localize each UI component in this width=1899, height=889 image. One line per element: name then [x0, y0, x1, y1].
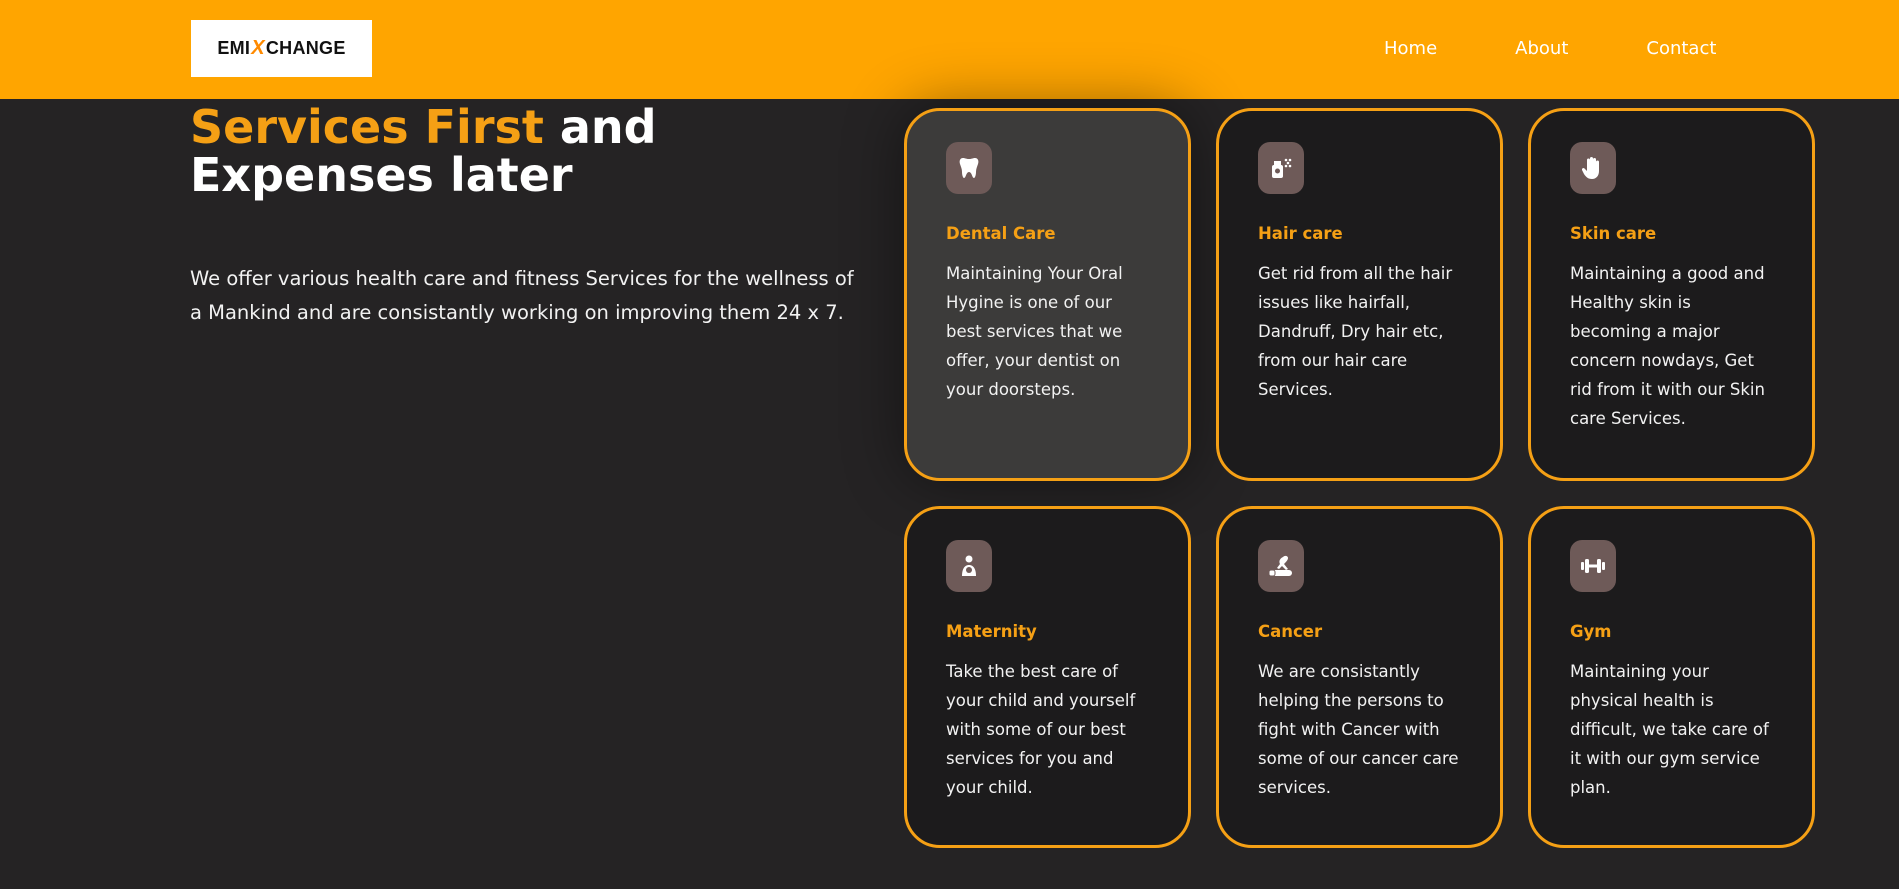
service-description: Take the best care of your child and you… [946, 662, 1136, 797]
service-title: Gym [1570, 622, 1612, 641]
hand-sparkle-icon [1570, 142, 1616, 194]
tooth-icon [946, 142, 992, 194]
service-description: Maintaining your physical health is diff… [1570, 662, 1769, 797]
service-description: Get rid from all the hair issues like ha… [1258, 264, 1453, 399]
nav-link-contact[interactable]: Contact [1646, 38, 1716, 59]
service-description: We are consistantly helping the persons … [1258, 662, 1459, 797]
services-grid: Dental Care Maintaining Your Oral Hygine… [904, 108, 1815, 848]
service-description: Maintaining a good and Healthy skin is b… [1570, 264, 1765, 428]
service-card-gym[interactable]: Gym Maintaining your physical health is … [1528, 506, 1815, 848]
nav-link-home[interactable]: Home [1384, 38, 1437, 59]
service-title: Dental Care [946, 224, 1056, 243]
service-title: Skin care [1570, 224, 1657, 243]
hero-title-rest: and [543, 100, 657, 154]
top-navbar: EMI X CHANGE Home About Contact [0, 0, 1899, 99]
logo-x-mark: X [251, 37, 265, 59]
service-card-cancer[interactable]: Cancer We are consistantly helping the p… [1216, 506, 1503, 848]
service-title: Maternity [946, 622, 1037, 641]
service-card-hair[interactable]: Hair care Get rid from all the hair issu… [1216, 108, 1503, 481]
service-title: Cancer [1258, 622, 1323, 641]
service-card-skin[interactable]: Skin care Maintaining a good and Healthy… [1528, 108, 1815, 481]
hero-description: We offer various health care and fitness… [190, 267, 854, 324]
logo-text-emi: EMI [217, 38, 251, 58]
logo-text-change: CHANGE [265, 38, 346, 58]
service-title: Hair care [1258, 224, 1343, 243]
hero-title: Services First and Expenses later [190, 103, 890, 199]
service-description: Maintaining Your Oral Hygine is one of o… [946, 264, 1123, 399]
hero-title-line2: Expenses later [190, 148, 573, 202]
mother-child-icon [946, 540, 992, 592]
service-card-maternity[interactable]: Maternity Take the best care of your chi… [904, 506, 1191, 848]
service-card-dental[interactable]: Dental Care Maintaining Your Oral Hygine… [904, 108, 1191, 481]
nav-link-about[interactable]: About [1515, 38, 1568, 59]
nav-links: Home About Contact [1384, 38, 1794, 59]
spray-bottle-icon [1258, 142, 1304, 194]
dumbbell-icon [1570, 540, 1616, 592]
hero-title-accent: Services First [190, 100, 544, 154]
emixchange-logo[interactable]: EMI X CHANGE [191, 20, 372, 77]
ribbon-hand-icon [1258, 540, 1304, 592]
